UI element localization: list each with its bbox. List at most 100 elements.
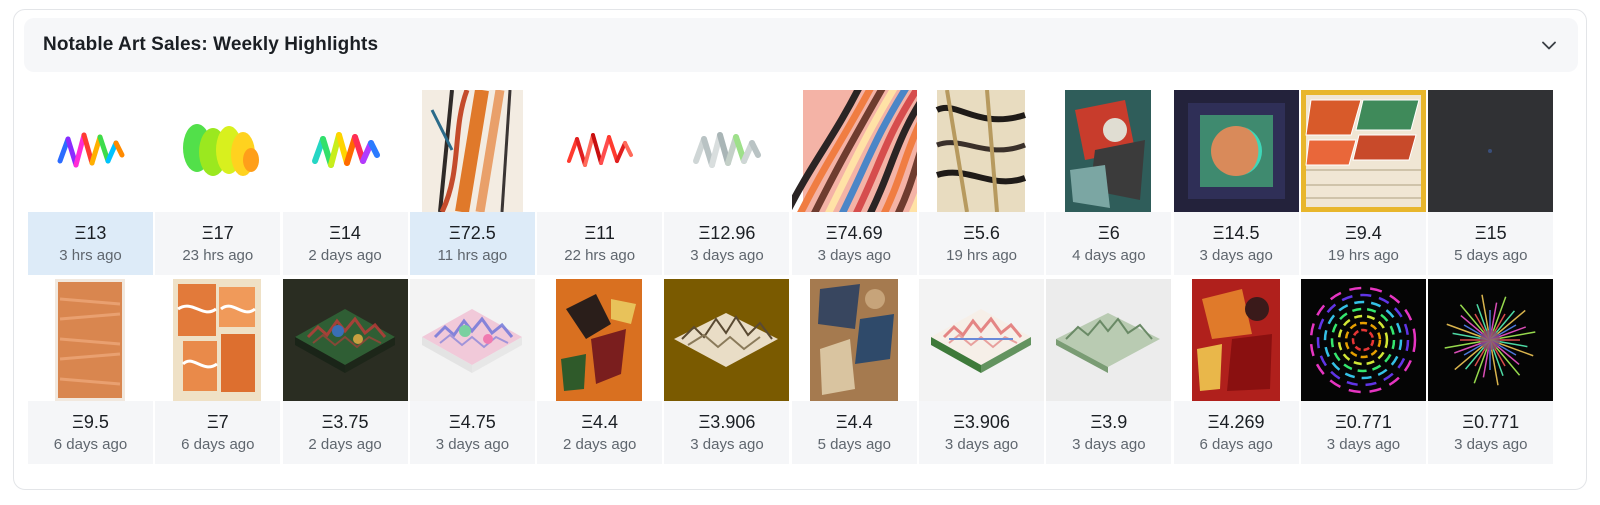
sale-card[interactable]: Ξ14 2 days ago bbox=[282, 90, 408, 275]
artwork-thumbnail[interactable] bbox=[155, 279, 281, 401]
artwork-thumbnail[interactable] bbox=[1300, 90, 1426, 212]
artwork-thumbnail[interactable] bbox=[664, 279, 790, 401]
sale-info: Ξ13 3 hrs ago bbox=[28, 212, 153, 275]
sale-info: Ξ4.4 5 days ago bbox=[791, 401, 917, 464]
sale-price: Ξ4.75 bbox=[449, 411, 496, 432]
sale-info: Ξ72.5 11 hrs ago bbox=[409, 212, 535, 275]
artwork-thumbnail[interactable] bbox=[1173, 90, 1299, 212]
artwork-thumbnail[interactable] bbox=[791, 90, 917, 212]
sale-price: Ξ3.906 bbox=[953, 411, 1010, 432]
artwork-thumbnail[interactable] bbox=[28, 279, 153, 401]
sale-time: 6 days ago bbox=[1199, 435, 1273, 453]
sale-card[interactable]: Ξ3.9 3 days ago bbox=[1046, 279, 1172, 464]
artwork-thumbnail[interactable] bbox=[409, 279, 535, 401]
sale-info: Ξ9.4 19 hrs ago bbox=[1300, 212, 1426, 275]
sale-time: 3 days ago bbox=[1072, 435, 1146, 453]
sale-info: Ξ4.269 6 days ago bbox=[1173, 401, 1299, 464]
sale-time: 22 hrs ago bbox=[564, 246, 636, 264]
sale-info: Ξ0.771 3 days ago bbox=[1428, 401, 1554, 464]
sale-price: Ξ17 bbox=[201, 222, 234, 243]
sale-card[interactable]: Ξ4.75 3 days ago bbox=[409, 279, 535, 464]
sale-card[interactable]: Ξ4.4 2 days ago bbox=[537, 279, 663, 464]
sale-price: Ξ14 bbox=[329, 222, 361, 243]
artwork-thumbnail[interactable] bbox=[919, 279, 1045, 401]
sale-price: Ξ0.771 bbox=[1462, 411, 1520, 432]
artwork-thumbnail[interactable] bbox=[409, 90, 535, 212]
sale-card[interactable]: Ξ12.96 3 days ago bbox=[664, 90, 790, 275]
sale-card[interactable]: Ξ9.5 6 days ago bbox=[28, 279, 153, 464]
sale-time: 6 days ago bbox=[53, 435, 128, 453]
sale-card[interactable]: Ξ14.5 3 days ago bbox=[1173, 90, 1299, 275]
sale-card[interactable]: Ξ74.69 3 days ago bbox=[791, 90, 917, 275]
sale-time: 11 hrs ago bbox=[437, 246, 508, 264]
artwork-thumbnail[interactable] bbox=[282, 90, 408, 212]
artwork-thumbnail[interactable] bbox=[664, 90, 790, 212]
sale-price: Ξ5.6 bbox=[963, 222, 1000, 243]
sale-price: Ξ13 bbox=[74, 222, 107, 243]
sale-price: Ξ9.4 bbox=[1345, 222, 1382, 243]
sale-card[interactable]: Ξ0.771 3 days ago bbox=[1428, 279, 1554, 464]
sale-card[interactable]: Ξ3.906 3 days ago bbox=[664, 279, 790, 464]
sale-info: Ξ0.771 3 days ago bbox=[1300, 401, 1426, 464]
sale-card[interactable]: Ξ4.269 6 days ago bbox=[1173, 279, 1299, 464]
sale-card[interactable]: Ξ6 4 days ago bbox=[1046, 90, 1172, 275]
artwork-thumbnail[interactable] bbox=[28, 90, 153, 212]
artwork-thumbnail[interactable] bbox=[919, 90, 1045, 212]
sale-card[interactable]: Ξ0.771 3 days ago bbox=[1300, 279, 1426, 464]
sale-info: Ξ3.75 2 days ago bbox=[282, 401, 408, 464]
sale-info: Ξ9.5 6 days ago bbox=[28, 401, 153, 464]
sale-info: Ξ17 23 hrs ago bbox=[155, 212, 281, 275]
sale-info: Ξ7 6 days ago bbox=[155, 401, 281, 464]
artwork-thumbnail[interactable] bbox=[155, 90, 281, 212]
sale-card[interactable]: Ξ17 23 hrs ago bbox=[155, 90, 281, 275]
sale-info: Ξ12.96 3 days ago bbox=[664, 212, 790, 275]
artwork-thumbnail[interactable] bbox=[1428, 279, 1554, 401]
sale-time: 6 days ago bbox=[181, 435, 255, 453]
sale-time: 3 days ago bbox=[690, 246, 764, 264]
sale-card[interactable]: Ξ3.75 2 days ago bbox=[282, 279, 408, 464]
sale-card[interactable]: Ξ3.906 3 days ago bbox=[919, 279, 1045, 464]
artwork-thumbnail[interactable] bbox=[1046, 279, 1172, 401]
artwork-thumbnail[interactable] bbox=[537, 90, 663, 212]
sale-price: Ξ14.5 bbox=[1212, 222, 1260, 243]
chevron-down-icon[interactable] bbox=[1540, 36, 1558, 54]
sale-time: 2 days ago bbox=[562, 435, 637, 453]
artwork-thumbnail[interactable] bbox=[1173, 279, 1299, 401]
sale-card[interactable]: Ξ9.4 19 hrs ago bbox=[1300, 90, 1426, 275]
sale-card[interactable]: Ξ13 3 hrs ago bbox=[28, 90, 153, 275]
sale-price: Ξ4.4 bbox=[835, 411, 873, 432]
sale-price: Ξ3.9 bbox=[1090, 411, 1128, 432]
sale-time: 23 hrs ago bbox=[182, 246, 254, 264]
artwork-thumbnail[interactable] bbox=[537, 279, 663, 401]
sale-time: 3 days ago bbox=[1326, 435, 1401, 453]
sale-time: 2 days ago bbox=[308, 435, 382, 453]
sale-time: 3 days ago bbox=[435, 435, 510, 453]
sale-card[interactable]: Ξ4.4 5 days ago bbox=[791, 279, 917, 464]
sale-time: 3 days ago bbox=[1199, 246, 1273, 264]
sale-time: 3 days ago bbox=[817, 246, 891, 264]
panel-header[interactable]: Notable Art Sales: Weekly Highlights bbox=[24, 18, 1578, 72]
sale-price: Ξ15 bbox=[1474, 222, 1507, 243]
artwork-thumbnail[interactable] bbox=[1428, 90, 1554, 212]
sale-card[interactable]: Ξ72.5 11 hrs ago bbox=[409, 90, 535, 275]
sale-price: Ξ74.69 bbox=[825, 222, 883, 243]
sale-card[interactable]: Ξ7 6 days ago bbox=[155, 279, 281, 464]
artwork-thumbnail[interactable] bbox=[282, 279, 408, 401]
sale-time: 3 days ago bbox=[690, 435, 764, 453]
sale-time: 5 days ago bbox=[1454, 246, 1528, 264]
sales-grid: Ξ13 3 hrs ago Ξ17 23 hrs ago Ξ14 2 days ago … bbox=[28, 90, 1554, 464]
sale-price: Ξ72.5 bbox=[449, 222, 496, 243]
sale-card[interactable]: Ξ5.6 19 hrs ago bbox=[919, 90, 1045, 275]
sale-info: Ξ6 4 days ago bbox=[1046, 212, 1172, 275]
sale-time: 19 hrs ago bbox=[1328, 246, 1399, 264]
sale-card[interactable]: Ξ11 22 hrs ago bbox=[537, 90, 663, 275]
sale-card[interactable]: Ξ15 5 days ago bbox=[1428, 90, 1554, 275]
artwork-thumbnail[interactable] bbox=[1046, 90, 1172, 212]
sale-price: Ξ3.906 bbox=[698, 411, 756, 432]
sale-info: Ξ4.4 2 days ago bbox=[537, 401, 663, 464]
artwork-thumbnail[interactable] bbox=[1300, 279, 1426, 401]
artwork-thumbnail[interactable] bbox=[791, 279, 917, 401]
sale-price: Ξ11 bbox=[584, 222, 615, 243]
sale-time: 2 days ago bbox=[308, 246, 382, 264]
sale-price: Ξ4.4 bbox=[581, 411, 619, 432]
